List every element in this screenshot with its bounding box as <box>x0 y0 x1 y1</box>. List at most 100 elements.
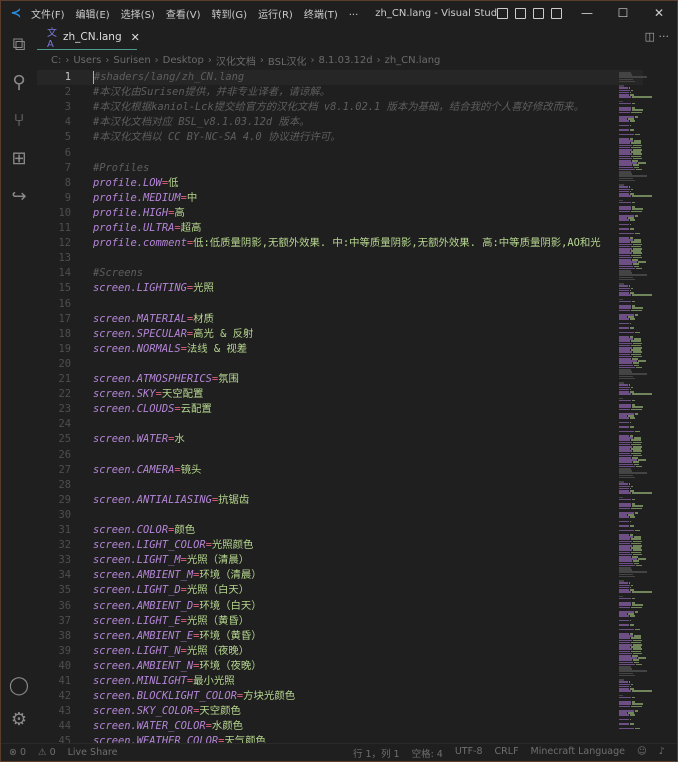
line-number: 31 <box>58 524 71 536</box>
notifications-bell-icon[interactable]: ♪ <box>659 746 665 760</box>
code-line[interactable]: 40 screen.AMBIENT_N=环境（夜晚） <box>37 659 643 674</box>
menu-more[interactable]: ··· <box>349 10 359 21</box>
code-line[interactable]: 33 screen.LIGHT_M=光照（清晨） <box>37 553 643 568</box>
code-line[interactable]: 25 screen.WATER=水 <box>37 432 643 447</box>
account-icon[interactable]: ◯ <box>1 675 37 696</box>
minimap-line <box>631 111 643 114</box>
breadcrumb-item[interactable]: 8.1.03.12d <box>319 55 373 66</box>
code-line[interactable]: 39 screen.LIGHT_N=光照（夜晚） <box>37 644 643 659</box>
menu-view[interactable]: 查看(V) <box>166 10 201 21</box>
code-line[interactable]: 4 #本汉化文档对应 BSL_v8.1.03.12d 版本。 <box>37 115 643 130</box>
source-control-icon[interactable]: ⑂ <box>1 101 37 139</box>
extensions-icon[interactable]: ⊞ <box>1 139 37 177</box>
breadcrumb-item[interactable]: C: <box>51 55 61 66</box>
code-line[interactable]: 22 screen.SKY=天空配置 <box>37 387 643 402</box>
code-line[interactable]: 30 <box>37 508 643 523</box>
close-tab-icon[interactable]: ✕ <box>131 31 140 44</box>
code-line[interactable]: 44 screen.WATER_COLOR=水颜色 <box>37 719 643 734</box>
tab-zh-cn-lang[interactable]: 文A zh_CN.lang ✕ <box>37 25 140 50</box>
toggle-sidebar-icon[interactable] <box>497 7 508 19</box>
code-line[interactable]: 20 <box>37 357 643 372</box>
breadcrumb-item[interactable]: zh_CN.lang <box>385 55 441 66</box>
code-editor[interactable]: 1 #shaders/lang/zh_CN.lang 2 #本汉化由Surisen提供… <box>37 70 643 745</box>
property-key: screen.LIGHT_M <box>93 554 181 567</box>
code-line[interactable]: 19 screen.NORMALS=法线 & 视差 <box>37 342 643 357</box>
code-line[interactable]: 16 <box>37 297 643 312</box>
code-line[interactable]: 37 screen.LIGHT_E=光照（黄昏） <box>37 614 643 629</box>
code-line[interactable]: 15 screen.LIGHTING=光照 <box>37 281 643 296</box>
code-line[interactable]: 35 screen.LIGHT_D=光照（白天） <box>37 583 643 598</box>
code-line[interactable]: 13 <box>37 251 643 266</box>
code-line[interactable]: 24 <box>37 417 643 432</box>
code-line[interactable]: 28 <box>37 478 643 493</box>
live-share-icon[interactable]: ↪ <box>1 177 37 215</box>
code-line[interactable]: 34 screen.AMBIENT_M=环境（清晨） <box>37 568 643 583</box>
accounts-icon[interactable]: ☺ <box>637 746 647 760</box>
customize-layout-icon[interactable] <box>551 7 562 19</box>
code-line[interactable]: 42 screen.BLOCKLIGHT_COLOR=方块光颜色 <box>37 689 643 704</box>
code-line[interactable]: 6 <box>37 146 643 161</box>
code-line[interactable]: 1 #shaders/lang/zh_CN.lang <box>37 70 643 85</box>
code-line[interactable]: 32 screen.LIGHT_COLOR=光照颜色 <box>37 538 643 553</box>
code-line[interactable]: 3 #本汉化根据kaniol-Lck提交给官方的汉化文档 v8.1.02.1 版本… <box>37 100 643 115</box>
errors-count[interactable]: ⊗ 0 <box>9 747 26 758</box>
code-line[interactable]: 5 #本汉化文档以 CC BY-NC-SA 4.0 协议进行许可。 <box>37 130 643 145</box>
maximize-button[interactable]: ☐ <box>605 6 641 20</box>
toggle-panel-icon[interactable] <box>515 7 526 19</box>
minimap-line <box>630 723 634 725</box>
property-value: 高光 & 反射 <box>193 327 254 340</box>
code-line[interactable]: 41 screen.MINLIGHT=最小光照 <box>37 674 643 689</box>
close-window-button[interactable]: ✕ <box>641 6 677 20</box>
code-line[interactable]: 8 profile.LOW=低 <box>37 176 643 191</box>
minimap-line <box>635 710 639 712</box>
code-line[interactable]: 14 #Screens <box>37 266 643 281</box>
indentation[interactable]: 空格: 4 <box>412 746 443 760</box>
code-line[interactable]: 7 #Profiles <box>37 161 643 176</box>
code-line[interactable]: 10 profile.HIGH=高 <box>37 206 643 221</box>
minimize-button[interactable]: — <box>569 6 605 20</box>
menu-terminal[interactable]: 终端(T) <box>304 10 338 21</box>
minimap-line <box>630 714 636 716</box>
code-line[interactable]: 31 screen.COLOR=颜色 <box>37 523 643 538</box>
minimap-line <box>631 309 643 312</box>
code-line[interactable]: 29 screen.ANTIALIASING=抗锯齿 <box>37 493 643 508</box>
explorer-icon[interactable]: ⧉ <box>1 25 37 63</box>
code-line[interactable]: 36 screen.AMBIENT_D=环境（白天） <box>37 599 643 614</box>
breadcrumb-item[interactable]: Users <box>73 55 101 66</box>
code-line[interactable]: 26 <box>37 448 643 463</box>
live-share-button[interactable]: Live Share <box>68 747 118 758</box>
menu-run[interactable]: 运行(R) <box>258 10 293 21</box>
search-icon[interactable]: ⚲ <box>1 63 37 101</box>
code-line[interactable]: 27 screen.CAMERA=镜头 <box>37 463 643 478</box>
menu-selection[interactable]: 选择(S) <box>121 10 155 21</box>
settings-gear-icon[interactable]: ⚙ <box>1 709 37 730</box>
cursor-position[interactable]: 行 1，列 1 <box>353 746 400 760</box>
code-line[interactable]: 11 profile.ULTRA=超高 <box>37 221 643 236</box>
vertical-scrollbar[interactable] <box>665 70 677 745</box>
menu-go[interactable]: 转到(G) <box>212 10 248 21</box>
code-line[interactable]: 21 screen.ATMOSPHERICS=氛围 <box>37 372 643 387</box>
code-line[interactable]: 9 profile.MEDIUM=中 <box>37 191 643 206</box>
code-line[interactable]: 12 profile.comment=低:低质量阴影,无额外效果. 中:中等质量阴… <box>37 236 643 251</box>
breadcrumb-item[interactable]: Desktop <box>163 55 204 66</box>
code-line[interactable]: 2 #本汉化由Surisen提供，并非专业译者，请谅解。 <box>37 85 643 100</box>
split-editor-and-more-actions[interactable]: ◫ ··· <box>645 30 669 43</box>
menu-file[interactable]: 文件(F) <box>31 10 65 21</box>
minimap[interactable] <box>617 70 663 745</box>
code-line[interactable]: 38 screen.AMBIENT_E=环境（黄昏） <box>37 629 643 644</box>
toggle-secondary-sidebar-icon[interactable] <box>533 7 544 19</box>
language-mode[interactable]: Minecraft Language <box>531 746 625 760</box>
minimap-line <box>630 615 636 617</box>
code-line[interactable]: 23 screen.CLOUDS=云配置 <box>37 402 643 417</box>
menu-edit[interactable]: 编辑(E) <box>76 10 110 21</box>
code-line[interactable]: 18 screen.SPECULAR=高光 & 反射 <box>37 327 643 342</box>
breadcrumb-item[interactable]: BSL汉化 <box>268 53 307 68</box>
warnings-count[interactable]: ⚠ 0 <box>38 747 56 758</box>
minimap-line <box>619 96 631 98</box>
encoding[interactable]: UTF-8 <box>455 746 483 760</box>
breadcrumb-item[interactable]: 汉化文档 <box>216 53 256 68</box>
end-of-line[interactable]: CRLF <box>495 746 519 760</box>
breadcrumb-item[interactable]: Surisen <box>113 55 150 66</box>
code-line[interactable]: 17 screen.MATERIAL=材质 <box>37 312 643 327</box>
code-line[interactable]: 43 screen.SKY_COLOR=天空颜色 <box>37 704 643 719</box>
